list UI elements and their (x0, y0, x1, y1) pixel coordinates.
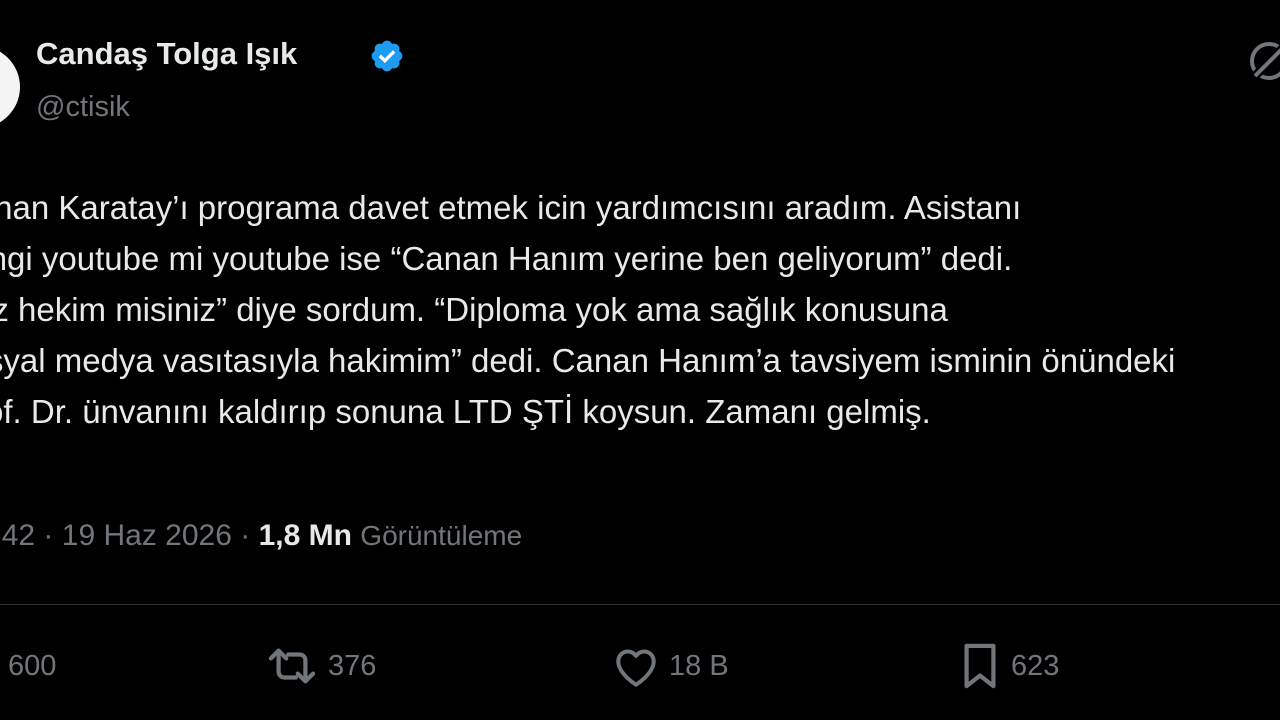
retweet-count: 376 (328, 649, 377, 682)
retweet-button[interactable]: 376 (264, 640, 376, 692)
tweet-text-line: sosyal medya vasıtasıyla hakimim” dedi. … (0, 342, 1176, 379)
grok-icon[interactable] (1244, 36, 1280, 86)
bookmark-count: 623 (1011, 649, 1060, 682)
author-handle[interactable]: @ctisik (36, 91, 130, 124)
reply-count: 600 (8, 649, 57, 682)
tweet-card: Candaş Tolga Işık @ctisik Canan Karatay’… (0, 0, 1280, 720)
heart-icon (616, 649, 656, 687)
tweet-meta: 14:42 · 19 Haz 2026 · 1,8 Mn Görüntüleme (0, 519, 522, 553)
bookmark-icon (964, 643, 996, 689)
verified-badge-icon (371, 40, 403, 72)
author-display-name[interactable]: Candaş Tolga Işık (36, 36, 297, 72)
tweet-text-line: “Siz hekim misiniz” diye sordum. “Diplom… (0, 291, 948, 328)
tweet-text-line: Canan Karatay’ı programa davet etmek ici… (0, 189, 1022, 226)
tweet-time[interactable]: 14:42 (0, 519, 35, 552)
tweet-text-line: Prof. Dr. ünvanını kaldırıp sonuna LTD Ş… (0, 393, 931, 430)
meta-separator: · (240, 519, 251, 552)
bookmark-button[interactable]: 623 (957, 640, 1059, 692)
like-button[interactable]: 18 B (611, 640, 729, 692)
meta-separator: · (43, 519, 54, 552)
avatar[interactable] (0, 46, 20, 128)
views-count: 1,8 Mn (258, 519, 352, 552)
tweet-date[interactable]: 19 Haz 2026 (62, 519, 232, 552)
tweet-text: Canan Karatay’ı programa davet etmek ici… (0, 182, 1280, 437)
like-count: 18 B (669, 649, 729, 682)
views-label: Görüntüleme (360, 520, 523, 551)
reply-button[interactable]: 600 (0, 640, 56, 692)
divider (0, 604, 1280, 605)
tweet-text-line: hangi youtube mi youtube ise “Canan Hanı… (0, 240, 1013, 277)
retweet-icon (268, 648, 316, 684)
